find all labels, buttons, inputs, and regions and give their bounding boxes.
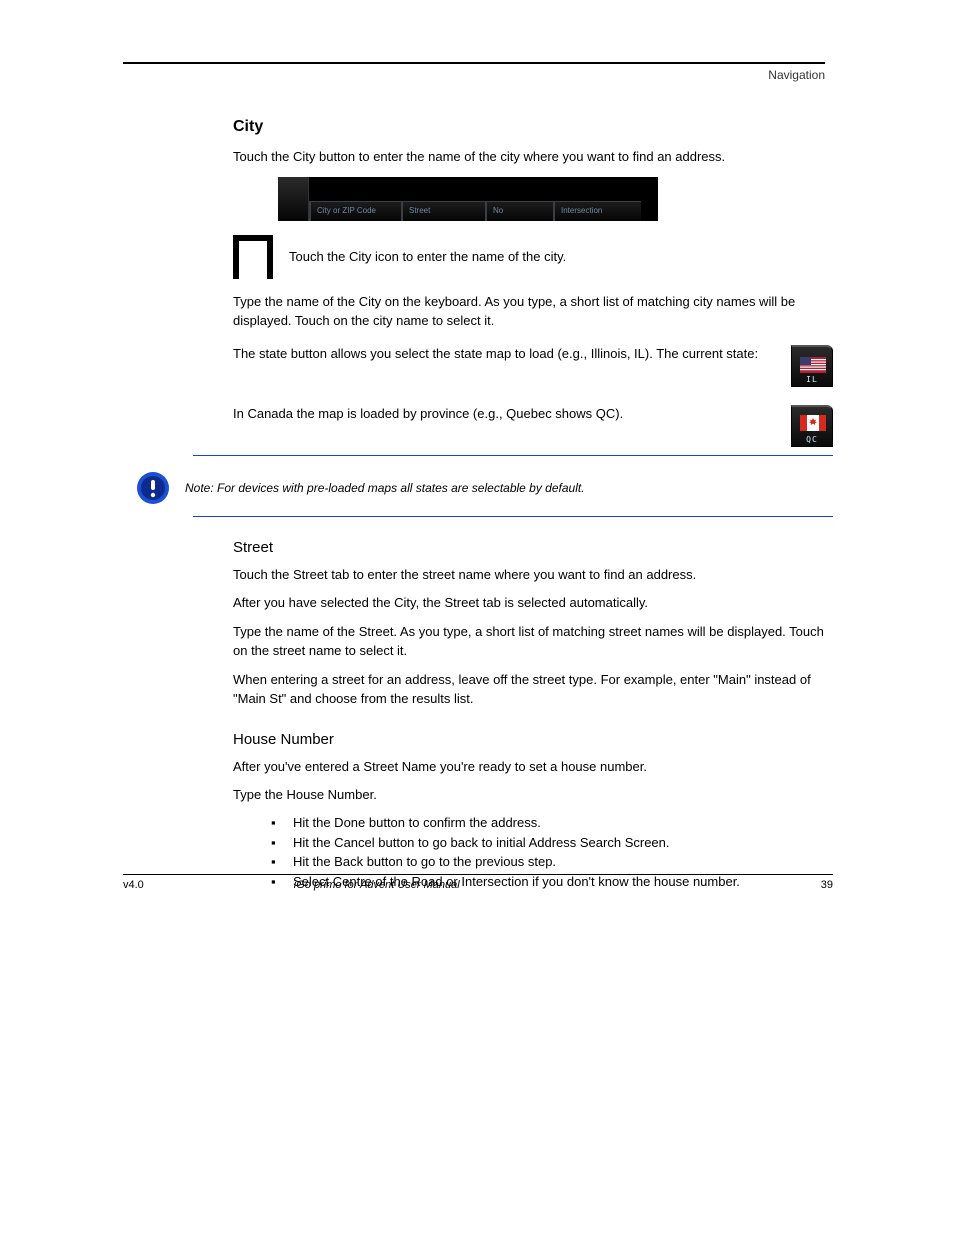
footer-rule <box>123 874 833 875</box>
header-rule <box>123 62 825 64</box>
state-flag-tab <box>278 177 309 221</box>
footer-page: 39 <box>821 879 833 891</box>
street-p3: Type the name of the Street. As you type… <box>233 623 833 661</box>
us-state-text: The state button allows you select the s… <box>233 345 781 364</box>
tab-no: No <box>485 201 553 221</box>
type-city-para: Type the name of the City on the keyboar… <box>233 293 833 331</box>
house-p1: After you've entered a Street Name you'r… <box>233 758 833 777</box>
step-2: ▪ Hit the Cancel button to go back to in… <box>293 833 833 853</box>
ca-flag-icon <box>800 415 826 431</box>
city-intro: Touch the City button to enter the name … <box>233 148 833 167</box>
tab-intersection: Intersection <box>553 201 641 221</box>
note-rule-top <box>193 455 833 456</box>
heading-house: House Number <box>233 731 833 748</box>
page: Navigation City Touch the City button to… <box>0 0 954 951</box>
house-p2: Type the House Number. <box>233 786 833 805</box>
us-flag-label: IL <box>792 375 832 384</box>
street-p1: Touch the Street tab to enter the street… <box>233 566 833 585</box>
note-text: Note: For devices with pre-loaded maps a… <box>185 481 585 495</box>
ca-province-text: In Canada the map is loaded by province … <box>233 405 781 424</box>
tab-city: City or ZIP Code <box>309 201 401 221</box>
step-3: ▪ Hit the Back button to go to the previ… <box>293 852 833 872</box>
step-1-text: Hit the Done button to confirm the addre… <box>293 815 541 830</box>
ca-flag-label: QC <box>792 435 832 444</box>
us-flag-tile: IL <box>791 345 833 387</box>
step-3-text: Hit the Back button to go to the previou… <box>293 854 556 869</box>
step-1: ▪ Hit the Done button to confirm the add… <box>293 813 833 833</box>
street-p4: When entering a street for an address, l… <box>233 671 833 709</box>
footer: v4.0 iGo primo for Advent User Manual 39 <box>123 874 833 891</box>
tabs-bar-screenshot: City or ZIP Code Street No Intersection <box>278 177 658 221</box>
footer-title: iGo primo for Advent User Manual <box>294 879 821 891</box>
us-flag-icon <box>800 357 826 373</box>
note-icon <box>135 470 171 506</box>
city-icon-caption: Touch the City icon to enter the name of… <box>289 249 566 264</box>
tab-street: Street <box>401 201 485 221</box>
note-rule-bottom <box>193 516 833 517</box>
heading-street: Street <box>233 539 833 556</box>
running-header: Navigation <box>123 68 825 82</box>
street-p2: After you have selected the City, the St… <box>233 594 833 613</box>
ca-flag-tile: QC <box>791 405 833 447</box>
step-2-text: Hit the Cancel button to go back to init… <box>293 835 670 850</box>
footer-version: v4.0 <box>123 879 144 891</box>
heading-city: City <box>233 118 833 136</box>
city-icon <box>233 235 273 279</box>
